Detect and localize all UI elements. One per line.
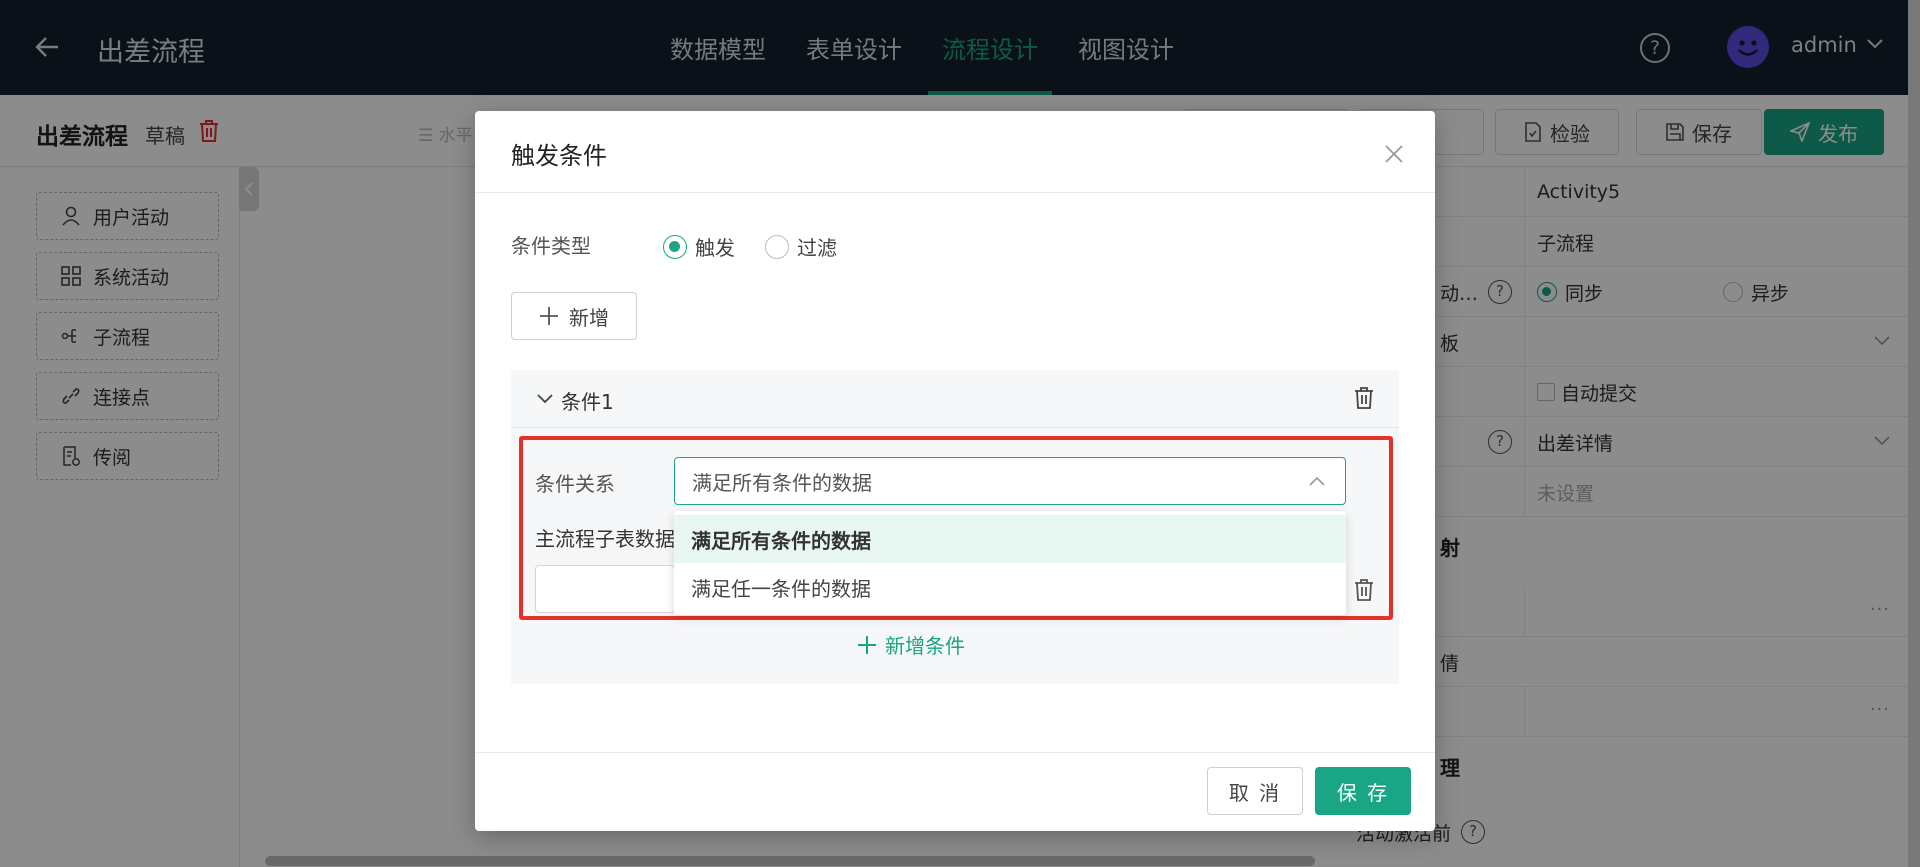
condition-header[interactable]: 条件1 <box>511 370 1399 428</box>
subtable-field-input[interactable] <box>535 565 675 613</box>
add-condition-button[interactable]: 新增条件 <box>857 630 965 659</box>
chevron-down-icon[interactable] <box>537 394 553 404</box>
dropdown-option-any[interactable]: 满足任一条件的数据 <box>674 563 1346 611</box>
trigger-condition-dialog: 触发条件 条件类型 触发 过滤 新增 条件1 条件关系 主流程子表数据 满足所有… <box>475 111 1435 831</box>
add-button-label: 新增 <box>569 305 609 330</box>
dialog-title: 触发条件 <box>511 142 607 170</box>
radio-trigger-label: 触发 <box>695 236 735 260</box>
add-condition-label: 新增条件 <box>885 634 965 658</box>
plus-icon <box>540 307 558 325</box>
relation-label: 条件关系 <box>535 472 615 496</box>
relation-dropdown: 满足所有条件的数据 满足任一条件的数据 <box>674 511 1346 615</box>
trash-icon[interactable] <box>1353 578 1375 602</box>
condition-type-label: 条件类型 <box>511 234 591 258</box>
add-button[interactable]: 新增 <box>511 292 637 340</box>
relation-select-value: 满足所有条件的数据 <box>692 470 872 495</box>
save-button[interactable]: 保 存 <box>1315 767 1411 815</box>
radio-filter-label: 过滤 <box>797 236 837 260</box>
chevron-up-icon <box>1309 476 1325 486</box>
close-icon[interactable] <box>1385 145 1403 163</box>
radio-filter[interactable]: 过滤 <box>765 232 837 261</box>
radio-trigger-circle[interactable] <box>663 234 687 259</box>
subtable-label: 主流程子表数据 <box>535 527 675 551</box>
dialog-header: 触发条件 <box>475 111 1435 193</box>
cancel-button[interactable]: 取 消 <box>1207 767 1303 815</box>
radio-trigger[interactable]: 触发 <box>663 232 735 261</box>
condition-title: 条件1 <box>561 390 614 414</box>
relation-select[interactable]: 满足所有条件的数据 <box>674 457 1346 505</box>
dropdown-option-all[interactable]: 满足所有条件的数据 <box>674 515 1346 563</box>
radio-filter-circle[interactable] <box>765 234 789 259</box>
trash-icon[interactable] <box>1353 386 1375 410</box>
plus-icon <box>858 635 876 654</box>
